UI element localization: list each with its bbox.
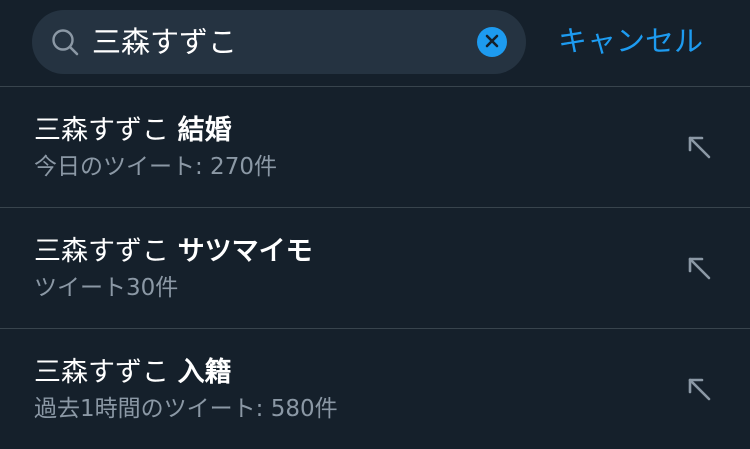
suggestion-tweet-count: 過去1時間のツイート: 580件 [34,396,338,422]
arrow-up-left-icon[interactable] [684,132,714,162]
suggestion-keyword: サツマイモ [177,236,313,267]
suggestion-title: 三森すずこ 入籍 [34,355,232,391]
search-box[interactable] [32,10,526,74]
search-icon [50,27,80,57]
arrow-up-left-icon[interactable] [684,374,714,404]
cancel-button[interactable]: キャンセル [558,18,703,64]
arrow-up-left-icon[interactable] [684,253,714,283]
suggestion-query-prefix: 三森すずこ [34,115,169,146]
search-suggestion[interactable]: 三森すずこ 入籍 過去1時間のツイート: 580件 [0,329,750,449]
suggestion-tweet-count: 今日のツイート: 270件 [34,154,277,180]
suggestion-tweet-count: ツイート30件 [34,275,179,301]
search-suggestion[interactable]: 三森すずこ サツマイモ ツイート30件 [0,208,750,328]
search-header: キャンセル [0,0,750,86]
clear-search-button[interactable] [477,27,507,57]
suggestion-title: 三森すずこ 結婚 [34,113,232,149]
search-suggestion[interactable]: 三森すずこ 結婚 今日のツイート: 270件 [0,87,750,207]
suggestion-keyword: 入籍 [177,357,232,388]
clear-icon [485,33,499,52]
suggestion-query-prefix: 三森すずこ [34,236,169,267]
suggestion-title: 三森すずこ サツマイモ [34,234,313,270]
suggestion-keyword: 結婚 [177,115,232,146]
search-input[interactable] [92,10,472,74]
suggestion-query-prefix: 三森すずこ [34,357,169,388]
